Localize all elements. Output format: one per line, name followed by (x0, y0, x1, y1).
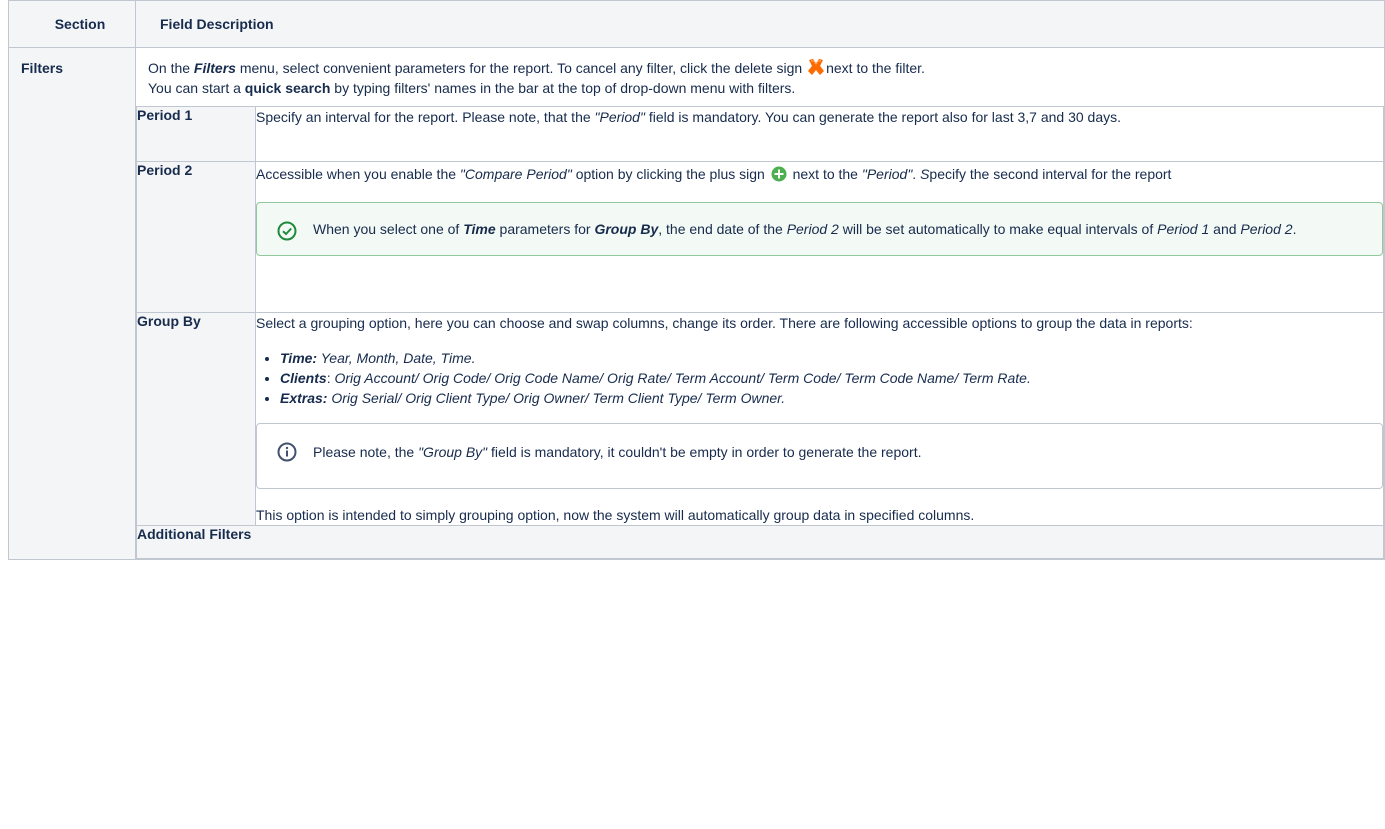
text: field is mandatory. You can generate the… (644, 109, 1121, 125)
text: field is mandatory, it couldn't be empty… (487, 444, 922, 460)
group-by-outro: This option is intended to simply groupi… (256, 507, 975, 523)
period-2-text: Accessible when you enable the "Compare … (256, 164, 1383, 184)
text: and (1209, 221, 1241, 237)
text: Clients (280, 370, 327, 386)
text: Period 2 (786, 221, 839, 237)
text: Year, Month, Date, Time. (317, 350, 476, 366)
text: menu, select convenient parameters for t… (235, 60, 807, 76)
field-description-table: Section Field Description Filters On the… (8, 0, 1385, 560)
info-circle-icon (277, 442, 297, 462)
label-period-1: Period 1 (136, 106, 256, 162)
text: On the (148, 60, 194, 76)
header-section: Section (8, 0, 136, 48)
text: Time (463, 221, 496, 237)
filters-intro-line-1: On the Filters menu, select convenient p… (148, 58, 1372, 78)
plus-circle-icon (771, 166, 787, 182)
text: Period 2 (1240, 221, 1293, 237)
list-item: Extras: Orig Serial/ Orig Client Type/ O… (280, 389, 1383, 407)
header-field-description: Field Description (135, 0, 1385, 48)
text: next to the filter. (826, 60, 925, 76)
text: next to the (788, 166, 862, 182)
text: Specify an interval for the report. Plea… (256, 109, 595, 125)
text: "Period" (861, 166, 913, 182)
text: will be set automatically to make equal … (838, 221, 1158, 237)
text: Orig Account/ Orig Code/ Orig Code Name/… (334, 370, 1031, 386)
text: When you select one of (313, 221, 464, 237)
filters-emphasis: Filters (193, 60, 236, 76)
text: Group By (594, 221, 659, 237)
row-period-1: Period 1 Specify an interval for the rep… (136, 106, 1384, 162)
text: Time: (280, 350, 318, 366)
text: . (912, 166, 921, 182)
text: "Period" (594, 109, 645, 125)
text: You can start a (148, 80, 245, 96)
text: Accessible when you enable the (256, 166, 460, 182)
document-page: Section Field Description Filters On the… (0, 0, 1385, 829)
desc-group-by: Select a grouping option, here you can c… (255, 312, 1384, 526)
row-additional-filters: Additional Filters (136, 525, 1384, 559)
text: "Compare Period" (459, 166, 572, 182)
filters-intro: On the Filters menu, select convenient p… (136, 48, 1384, 106)
label-period-2: Period 2 (136, 161, 256, 313)
text: Extras: (280, 390, 328, 406)
desc-period-2: Accessible when you enable the "Compare … (255, 161, 1384, 313)
text: option by clicking the plus sign (571, 166, 769, 182)
filters-intro-line-2: You can start a quick search by typing f… (148, 78, 1372, 98)
text: . (1292, 221, 1297, 237)
filters-content: On the Filters menu, select convenient p… (135, 47, 1385, 560)
text: by typing filters' names in the bar at t… (330, 80, 796, 96)
row-period-2: Period 2 Accessible when you enable the … (136, 161, 1384, 313)
text: Period 1 (1157, 221, 1210, 237)
label-group-by: Group By (136, 312, 256, 526)
text: , the end date of the (658, 221, 787, 237)
additional-filters-heading: Additional Filters (136, 525, 1384, 559)
text: Orig Serial/ Orig Client Type/ Orig Owne… (327, 390, 786, 406)
text: pecify the second interval for the repor… (929, 166, 1172, 182)
filters-row: Filters On the Filters menu, select conv… (8, 47, 1385, 560)
check-circle-icon (277, 221, 297, 241)
text: Please note, the (313, 444, 419, 460)
delete-x-icon (806, 58, 826, 76)
text: "Group By" (418, 444, 488, 460)
success-panel: When you select one of Time parameters f… (256, 202, 1383, 256)
text: parameters for (495, 221, 595, 237)
filters-subtable: Period 1 Specify an interval for the rep… (136, 106, 1384, 559)
desc-period-1: Specify an interval for the report. Plea… (255, 106, 1384, 162)
info-panel: Please note, the "Group By" field is man… (256, 423, 1383, 489)
row-group-by: Group By Select a grouping option, here … (136, 312, 1384, 526)
quick-search-emphasis: quick search (244, 80, 331, 96)
table-header-row: Section Field Description (8, 0, 1385, 48)
group-by-intro: Select a grouping option, here you can c… (256, 315, 1193, 331)
section-label-filters: Filters (8, 47, 136, 560)
group-by-options-list: Time: Year, Month, Date, Time. Clients: … (256, 349, 1383, 407)
list-item: Time: Year, Month, Date, Time. (280, 349, 1383, 367)
list-item: Clients: Orig Account/ Orig Code/ Orig C… (280, 369, 1383, 387)
